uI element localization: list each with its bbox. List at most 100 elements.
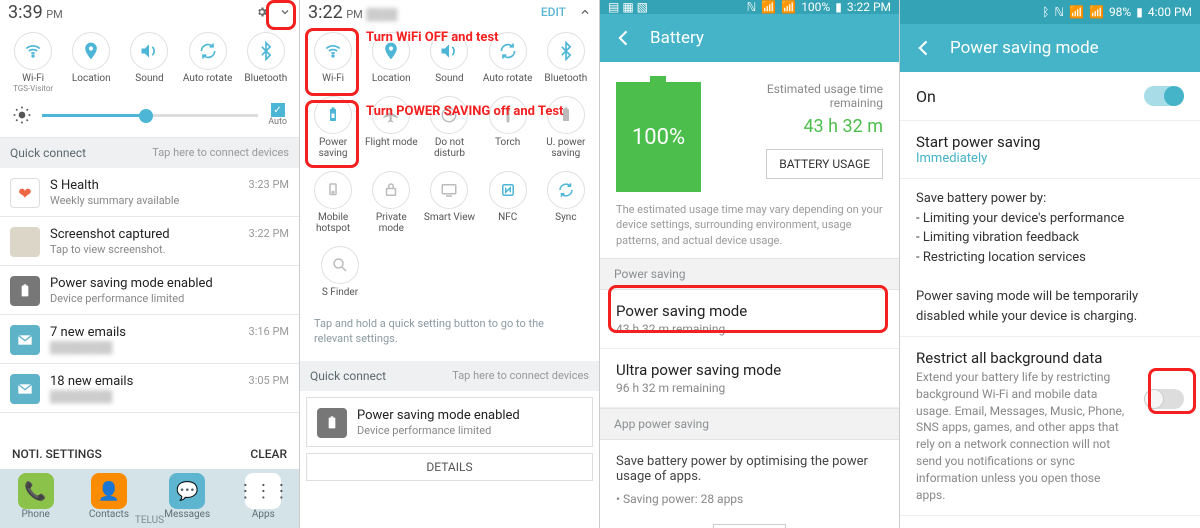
brightness-icon bbox=[12, 105, 32, 125]
item-sub: 96 h 32 m remaining bbox=[616, 381, 883, 395]
battery-icon bbox=[317, 408, 347, 438]
qs-nfc[interactable]: NFC bbox=[480, 171, 536, 234]
notif-sub: Device performance limited bbox=[50, 292, 289, 305]
notif-title: Screenshot captured bbox=[50, 227, 239, 242]
estimated-label: Estimated usage time remaining bbox=[721, 82, 883, 110]
dock-messages[interactable]: 💬Messages bbox=[164, 473, 210, 520]
qs-location[interactable]: Location bbox=[63, 32, 119, 93]
notif-time: 3:16 PM bbox=[249, 325, 289, 355]
app-power-saving-item[interactable]: Save battery power by optimising the pow… bbox=[600, 440, 899, 518]
qs-private-mode[interactable]: Private mode bbox=[363, 171, 419, 234]
qs-power-saving[interactable]: Power saving bbox=[305, 96, 361, 159]
battery-pct: 100% bbox=[801, 0, 830, 14]
qs-sync[interactable]: Sync bbox=[538, 171, 594, 234]
sfinder-button[interactable]: S Finder bbox=[312, 246, 368, 298]
date-blurred: ████ bbox=[366, 8, 397, 21]
clock-time: 3:39 bbox=[8, 2, 43, 23]
app-details-button[interactable]: DETAILS bbox=[600, 518, 899, 528]
restrict-toggle[interactable] bbox=[1144, 389, 1184, 409]
noti-settings-button[interactable]: NOTI. SETTINGS bbox=[12, 447, 102, 461]
qs-bluetooth[interactable]: Bluetooth bbox=[238, 32, 294, 93]
qs-location[interactable]: Location bbox=[363, 32, 419, 84]
qs-autorotate[interactable]: Auto rotate bbox=[180, 32, 236, 93]
charging-note: Power saving mode will be temporarily di… bbox=[900, 277, 1200, 337]
status-actions bbox=[256, 6, 291, 18]
notif-sub: Weekly summary available bbox=[50, 194, 239, 207]
qs-ultra-power-saving[interactable]: U. power saving bbox=[538, 96, 594, 159]
qs-label: Bluetooth bbox=[544, 73, 587, 84]
item-title: Restrict all background data bbox=[916, 349, 1132, 367]
qs-dnd[interactable]: Do not disturb bbox=[421, 96, 477, 159]
quick-connect-label: Quick connect bbox=[10, 146, 86, 160]
auto-brightness-label: Auto bbox=[268, 117, 287, 127]
notif-title: Power saving mode enabled bbox=[357, 408, 582, 423]
quick-connect-hint: Tap here to connect devices bbox=[152, 146, 289, 160]
qs-flight-mode[interactable]: Flight mode bbox=[363, 96, 419, 159]
qs-label: Smart View bbox=[424, 212, 475, 223]
notif-powersaving[interactable]: Power saving mode enabled Device perform… bbox=[306, 397, 593, 447]
settings-gear-icon[interactable] bbox=[256, 6, 268, 18]
notif-sub-blurred: ████████ bbox=[50, 341, 239, 354]
on-toggle-row[interactable]: On bbox=[900, 72, 1200, 121]
signal-icon: 📶 bbox=[781, 0, 796, 14]
bluetooth-icon: ᛒ bbox=[1042, 5, 1049, 19]
quick-connect-hint: Tap here to connect devices bbox=[452, 369, 589, 383]
quick-connect-bar[interactable]: Quick connect Tap here to connect device… bbox=[0, 138, 299, 168]
power-saving-mode-item[interactable]: Power saving mode 43 h 32 m remaining bbox=[600, 290, 899, 349]
bullet: Restricting location services bbox=[923, 250, 1086, 265]
brightness-slider[interactable] bbox=[42, 114, 258, 117]
item-sub: 43 h 32 m remaining bbox=[616, 322, 883, 336]
qs-label: Do not disturb bbox=[421, 137, 477, 159]
collapse-chevron-icon[interactable] bbox=[579, 6, 591, 18]
qs-wifi-label: Wi-Fi bbox=[22, 73, 44, 84]
section-power-saving: Power saving bbox=[600, 258, 899, 290]
notif-email1[interactable]: 7 new emails ████████ 3:16 PM bbox=[0, 315, 299, 364]
battery-usage-button[interactable]: BATTERY USAGE bbox=[766, 149, 883, 179]
status-bar: ᛒ ℕ 📶 📶 98% ▮ 4:00 PM bbox=[900, 0, 1200, 24]
battery-pct: 98% bbox=[1109, 5, 1131, 19]
back-arrow-icon[interactable] bbox=[914, 38, 934, 58]
qs-smart-view[interactable]: Smart View bbox=[421, 171, 477, 234]
notif-screenshot[interactable]: Screenshot captured Tap to view screensh… bbox=[0, 217, 299, 266]
qs-label: Flight mode bbox=[365, 137, 418, 148]
dock-contacts[interactable]: 👤Contacts bbox=[89, 473, 129, 520]
expand-chevron-icon[interactable] bbox=[279, 6, 291, 18]
power-saving-mode-screen: ᛒ ℕ 📶 📶 98% ▮ 4:00 PM Power saving mode … bbox=[900, 0, 1200, 528]
nfc-icon: ℕ bbox=[1054, 5, 1064, 19]
usage-disclaimer: The estimated usage time may vary depend… bbox=[600, 202, 899, 258]
on-label: On bbox=[916, 87, 936, 106]
quick-settings-row3: Mobile hotspot Private mode Smart View N… bbox=[300, 163, 599, 238]
back-arrow-icon[interactable] bbox=[614, 28, 634, 48]
qs-wifi[interactable]: Wi-Fi TGS-Visitor bbox=[5, 32, 61, 93]
status-bar: 3:22 PM ████ EDIT bbox=[300, 0, 599, 24]
battery-pct-big: 100% bbox=[632, 125, 685, 150]
quick-connect-bar[interactable]: Quick connect Tap here to connect device… bbox=[300, 361, 599, 391]
clear-button[interactable]: CLEAR bbox=[250, 447, 287, 461]
on-toggle[interactable] bbox=[1144, 86, 1184, 106]
details-button[interactable]: DETAILS bbox=[306, 453, 593, 481]
bullet: Limiting vibration feedback bbox=[923, 230, 1079, 245]
ultra-power-saving-mode-item[interactable]: Ultra power saving mode 96 h 32 m remain… bbox=[600, 349, 899, 408]
qs-label: Sound bbox=[435, 73, 463, 84]
qs-wifi[interactable]: Wi-Fi bbox=[305, 32, 361, 84]
qs-bluetooth[interactable]: Bluetooth bbox=[538, 32, 594, 84]
qs-torch[interactable]: Torch bbox=[480, 96, 536, 159]
header-title: Power saving mode bbox=[950, 38, 1099, 58]
notif-shealth[interactable]: ❤ S Health Weekly summary available 3:23… bbox=[0, 168, 299, 217]
dock-phone[interactable]: 📞Phone bbox=[18, 473, 54, 520]
notif-email2[interactable]: 18 new emails ████████ 3:05 PM bbox=[0, 364, 299, 413]
qs-autorotate[interactable]: Auto rotate bbox=[480, 32, 536, 84]
notif-title: S Health bbox=[50, 178, 239, 193]
item-title: Start power saving bbox=[916, 133, 1184, 151]
restrict-background-item[interactable]: Restrict all background data Extend your… bbox=[900, 337, 1200, 516]
dock-apps[interactable]: ⋮⋮⋮Apps bbox=[245, 473, 281, 520]
start-power-saving-item[interactable]: Start power saving Immediately bbox=[900, 121, 1200, 179]
auto-brightness-checkbox[interactable]: ✓ Auto bbox=[268, 103, 287, 127]
qs-sound[interactable]: Sound bbox=[121, 32, 177, 93]
qs-hint-text: Tap and hold a quick setting button to g… bbox=[300, 302, 599, 361]
qs-sound[interactable]: Sound bbox=[421, 32, 477, 84]
qs-mobile-hotspot[interactable]: Mobile hotspot bbox=[305, 171, 361, 234]
notif-powersaving[interactable]: Power saving mode enabled Device perform… bbox=[0, 266, 299, 315]
edit-button[interactable]: EDIT bbox=[541, 5, 566, 19]
notif-sub: Device performance limited bbox=[357, 424, 582, 437]
